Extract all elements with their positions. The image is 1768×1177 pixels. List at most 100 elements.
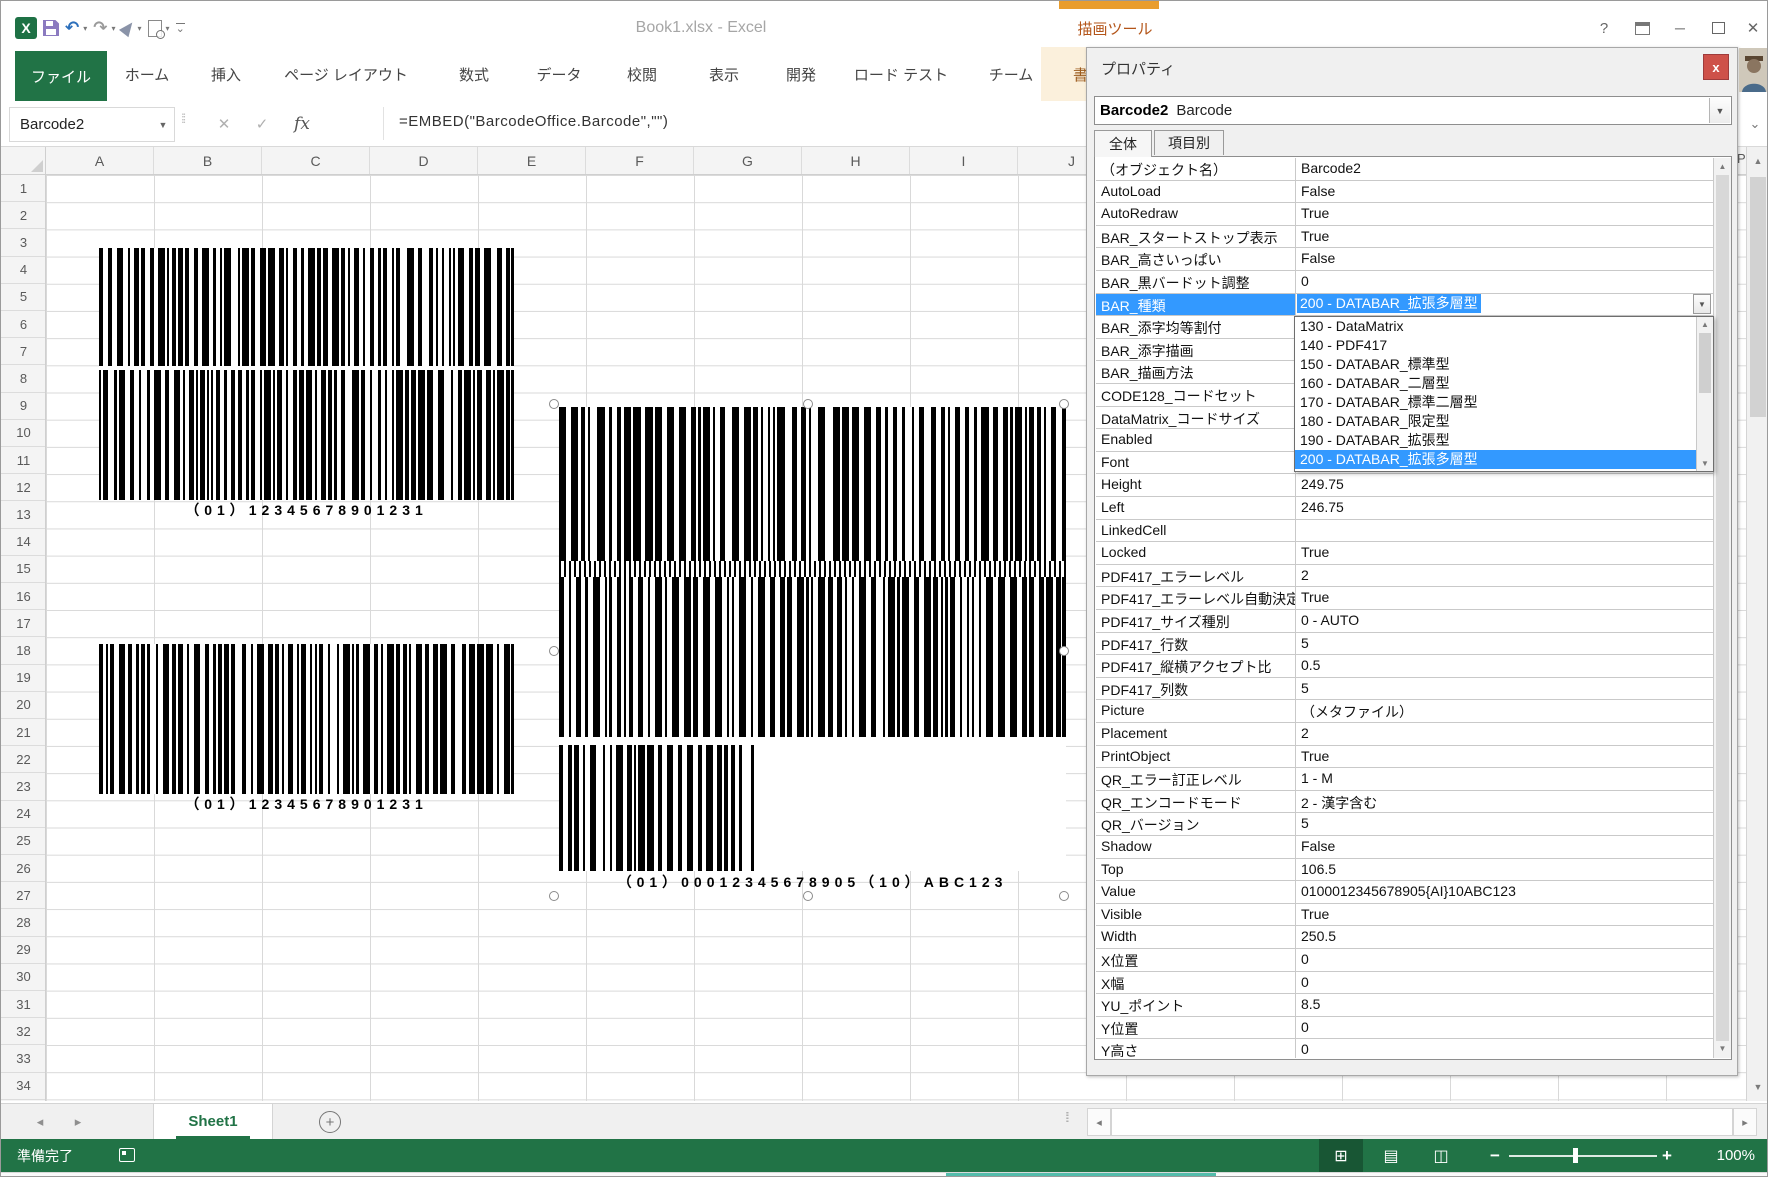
scroll-down-icon[interactable]: ▼ [1747,1075,1768,1099]
property-value[interactable]: True [1296,203,1713,225]
property-value[interactable]: True [1296,587,1713,609]
tab-bar-gripper[interactable]: ⁞⁞ [1065,1109,1067,1125]
zoom-slider-track[interactable] [1509,1155,1657,1157]
row-header[interactable]: 19 [1,665,46,692]
property-row[interactable]: QR_エラー訂正レベル1 - M [1096,768,1713,791]
ribbon-tab[interactable]: データ [528,47,589,101]
property-row[interactable]: PDF417_エラーレベル自動決定True [1096,587,1713,610]
properties-close-icon[interactable]: x [1703,54,1729,80]
property-scrollbar-thumb[interactable] [1716,175,1729,1041]
ribbon-tab[interactable]: 表示 [701,47,747,101]
view-page-break-icon[interactable]: ◫ [1419,1139,1463,1172]
dropdown-item[interactable]: 160 - DATABAR_二層型 [1295,374,1696,393]
zoom-out-icon[interactable]: − [1483,1139,1507,1172]
property-row[interactable]: Top106.5 [1096,859,1713,882]
property-row[interactable]: Value0100012345678905{AI}10ABC123 [1096,881,1713,904]
select-all-corner[interactable] [1,147,46,175]
minimize-icon[interactable]: ─ [1665,15,1695,41]
row-header[interactable]: 7 [1,338,46,365]
property-row[interactable]: BAR_スタートストップ表示True [1096,226,1713,249]
name-box-dropdown-icon[interactable]: ▼ [152,120,174,130]
property-value[interactable]: True [1296,904,1713,926]
column-header[interactable]: G [694,147,802,175]
dropdown-item[interactable]: 140 - PDF417 [1295,336,1696,355]
property-row[interactable]: LinkedCell [1096,520,1713,543]
tab-categorized[interactable]: 項目別 [1154,130,1224,155]
print-preview-dropdown-icon[interactable]: ▾ [166,24,170,33]
dropdown-item[interactable]: 190 - DATABAR_拡張型 [1295,431,1696,450]
property-value[interactable]: 0 [1296,949,1713,971]
row-header[interactable]: 33 [1,1045,46,1072]
selection-handle-mid-left[interactable] [549,646,559,656]
property-row[interactable]: Placement2 [1096,723,1713,746]
formula-bar-expand-icon[interactable]: ⌄ [1743,109,1767,139]
property-value[interactable]: True [1296,226,1713,248]
property-row[interactable]: （オブジェクト名）Barcode2 [1096,158,1713,181]
horizontal-scrollbar-track[interactable] [1111,1108,1733,1136]
dropdown-scroll-up-icon[interactable]: ▲ [1697,317,1713,332]
selection-handle-mid-right[interactable] [1059,646,1069,656]
selection-handle-bottom-left[interactable] [549,891,559,901]
new-sheet-icon[interactable]: + [319,1111,341,1133]
ribbon-tab[interactable]: 校閲 [619,47,665,101]
row-header[interactable]: 5 [1,284,46,311]
property-value[interactable]: 250.5 [1296,926,1713,948]
row-header[interactable]: 16 [1,583,46,610]
redo-dropdown-icon[interactable]: ▾ [112,24,116,33]
row-header[interactable]: 10 [1,420,46,447]
view-normal-icon[interactable]: ⊞ [1319,1139,1363,1172]
property-value[interactable]: 5 [1296,678,1713,700]
property-row[interactable]: Picture（メタファイル） [1096,700,1713,723]
row-header[interactable]: 18 [1,637,46,664]
bar-type-selected-value[interactable]: 200 - DATABAR_拡張多層型 [1297,294,1481,313]
row-header[interactable]: 31 [1,991,46,1018]
row-header[interactable]: 22 [1,746,46,773]
property-value[interactable]: 0.5 [1296,655,1713,677]
zoom-level[interactable]: 100% [1689,1139,1755,1172]
row-header[interactable]: 26 [1,855,46,882]
sheet-tab-sheet1[interactable]: Sheet1 [153,1104,273,1139]
undo-icon[interactable]: ↶ [65,18,79,38]
maximize-icon[interactable] [1703,15,1733,41]
formula-text[interactable]: =EMBED("BarcodeOffice.Barcode","") [399,113,668,130]
enter-icon[interactable]: ✓ [245,107,279,140]
property-row[interactable]: YU_ポイント8.5 [1096,994,1713,1017]
selection-handle-bottom-mid[interactable] [803,891,813,901]
selection-handle-top-right[interactable] [1059,399,1069,409]
row-header[interactable]: 1 [1,175,46,202]
avatar[interactable] [1739,48,1768,92]
property-row[interactable]: AutoLoadFalse [1096,181,1713,204]
vertical-scrollbar-thumb[interactable] [1750,177,1766,417]
property-value[interactable]: Barcode2 [1296,158,1713,180]
tab-format-contextual[interactable]: 書式 [1041,47,1086,101]
property-row[interactable]: Height249.75 [1096,474,1713,497]
dropdown-item[interactable]: 180 - DATABAR_限定型 [1295,412,1696,431]
property-value[interactable]: False [1296,181,1713,203]
undo-dropdown-icon[interactable]: ▾ [83,24,87,33]
property-row[interactable]: QR_エンコードモード2 - 漢字含む [1096,791,1713,814]
property-row[interactable]: Left246.75 [1096,497,1713,520]
row-header[interactable]: 6 [1,311,46,338]
row-header[interactable]: 24 [1,801,46,828]
property-value[interactable]: （メタファイル） [1296,700,1713,722]
row-header[interactable]: 13 [1,501,46,528]
property-row[interactable]: PDF417_列数5 [1096,678,1713,701]
property-value[interactable]: 2 [1296,565,1713,587]
dropdown-scroll-down-icon[interactable]: ▼ [1697,456,1713,471]
property-row[interactable]: QR_バージョン5 [1096,813,1713,836]
redo-icon[interactable]: ↷ [93,18,107,38]
ribbon-tab[interactable]: チーム [981,47,1042,101]
customize-qat-icon[interactable]: ⌄ [176,23,185,34]
property-value[interactable]: 0100012345678905{AI}10ABC123 [1296,881,1713,903]
property-row[interactable]: LockedTrue [1096,542,1713,565]
property-row[interactable]: PDF417_縦横アクセプト比0.5 [1096,655,1713,678]
property-value[interactable]: 0 [1296,1039,1713,1058]
property-value[interactable]: 5 [1296,813,1713,835]
column-header[interactable]: I [910,147,1018,175]
sheet-next-icon[interactable]: ▸ [63,1104,93,1140]
property-value[interactable]: 0 [1296,972,1713,994]
property-value[interactable]: 246.75 [1296,497,1713,519]
column-header[interactable]: H [802,147,910,175]
row-header[interactable]: 9 [1,393,46,420]
row-header[interactable]: 11 [1,447,46,474]
